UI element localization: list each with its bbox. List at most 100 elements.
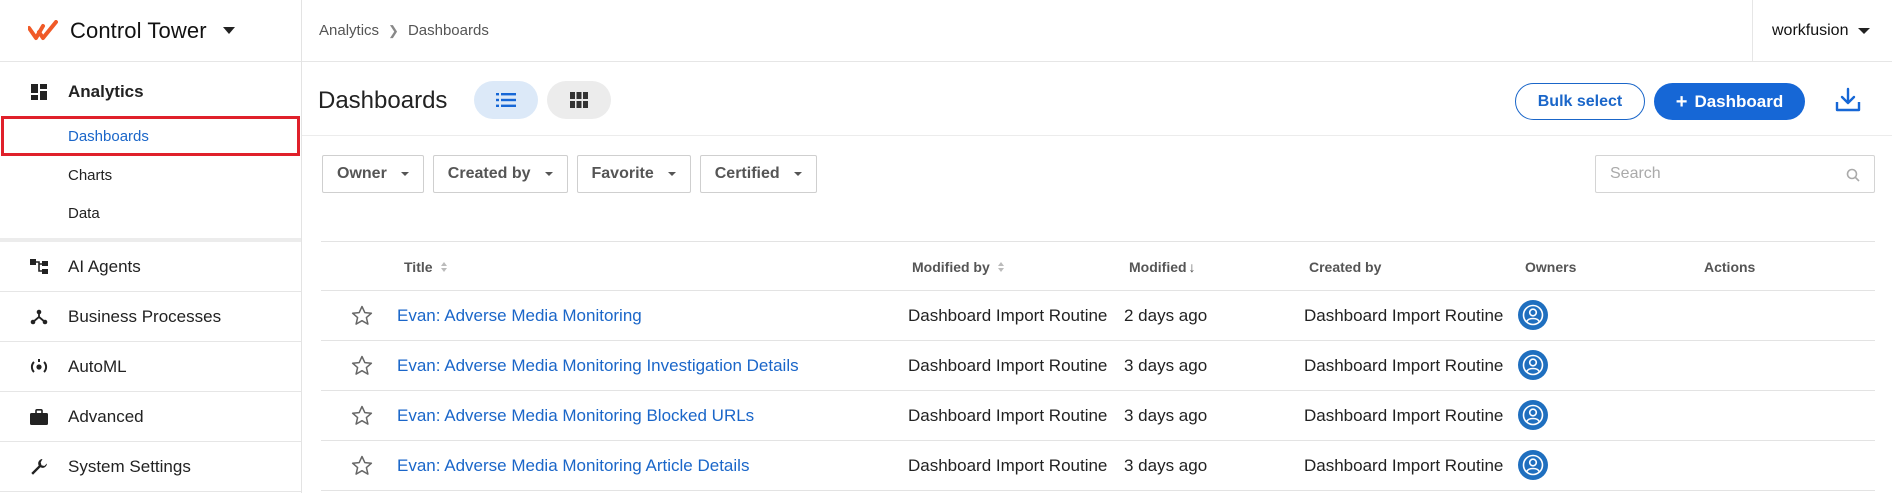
dashboard-title-link[interactable]: Evan: Adverse Media Monitoring Article D… [397,456,749,476]
star-icon[interactable] [351,355,373,376]
column-owners: Owners [1525,259,1577,275]
sidebar-item-ai-agents[interactable]: AI Agents [0,242,301,292]
table-row[interactable]: Evan: Adverse Media Monitoring Investiga… [321,341,1875,391]
column-label: Title [404,259,433,275]
sidebar-item-analytics[interactable]: Analytics [0,68,301,116]
dashboard-title-link[interactable]: Evan: Adverse Media Monitoring [397,306,642,326]
sidebar: Control Tower Analytics Dashboards Chart… [0,0,302,493]
table-header: Title Modified by Modified ↓ Created by O… [321,241,1875,291]
created-by-cell: Dashboard Import Routine [1304,456,1504,475]
plus-icon: + [1675,90,1688,113]
modified-by-cell: Dashboard Import Routine [908,306,1108,325]
sidebar-subitem-data[interactable]: Data [0,194,301,232]
dashboard-title-link[interactable]: Evan: Adverse Media Monitoring Blocked U… [397,406,754,426]
filter-label: Favorite [591,165,654,182]
download-button[interactable] [1830,82,1866,118]
user-avatar-icon[interactable] [1518,400,1548,430]
created-by-cell: Dashboard Import Routine [1304,306,1504,325]
sort-icon [440,262,447,272]
brand-name: Control Tower [70,17,207,43]
chevron-down-icon [1858,27,1871,34]
table-row[interactable]: Evan: Adverse Media Monitoring Dashboard… [321,291,1875,341]
breadcrumb-dashboards: Dashboards [407,22,489,39]
search-icon [1846,168,1860,182]
automl-icon [30,358,48,376]
caret-down-icon [400,172,409,176]
sidebar-item-label: AutoML [68,356,127,376]
star-icon[interactable] [351,455,373,476]
chevron-down-icon [222,27,235,34]
modified-cell: 3 days ago [1124,356,1208,375]
account-name: workfusion [1772,21,1849,39]
grid-view-icon [570,92,588,108]
sidebar-item-automl[interactable]: AutoML [0,342,301,392]
add-dashboard-button[interactable]: + Dashboard [1654,83,1805,120]
filter-favorite[interactable]: Favorite [576,155,691,193]
sidebar-item-label: Advanced [68,406,144,426]
page-header: Dashboards Bulk select + Dashboard [302,63,1892,136]
account-menu[interactable]: workfusion [1752,0,1892,61]
search-field[interactable] [1595,155,1875,193]
table-row[interactable]: Evan: Adverse Media Monitoring Blocked U… [321,391,1875,441]
column-modified-by[interactable]: Modified by [912,259,1004,275]
filter-owner[interactable]: Owner [322,155,424,193]
filter-created-by[interactable]: Created by [432,155,568,193]
filter-certified[interactable]: Certified [699,155,817,193]
sidebar-item-label: AI Agents [68,256,141,276]
sidebar-item-advanced[interactable]: Advanced [0,392,301,442]
star-icon[interactable] [351,305,373,326]
sidebar-item-system-settings[interactable]: System Settings [0,442,301,492]
user-avatar-icon[interactable] [1518,450,1548,480]
column-modified[interactable]: Modified ↓ [1129,259,1196,275]
filter-bar: Owner Created by Favorite Certified [322,155,817,193]
dashboard-title-link[interactable]: Evan: Adverse Media Monitoring Investiga… [397,356,799,376]
list-view-button[interactable] [474,81,538,119]
grid-view-button[interactable] [547,81,611,119]
briefcase-icon [30,408,48,426]
caret-down-icon [667,172,676,176]
arrow-down-icon: ↓ [1188,259,1196,275]
sidebar-item-label: Business Processes [68,306,222,326]
user-avatar-icon[interactable] [1518,300,1548,330]
breadcrumb: Analytics ❯ Dashboards [302,22,489,39]
sort-icon [997,262,1004,272]
caret-down-icon [544,172,553,176]
workfusion-logo-icon [28,19,58,40]
table-row[interactable]: Evan: Adverse Media Monitoring Article D… [321,441,1875,491]
filter-label: Created by [447,165,531,182]
modified-cell: 3 days ago [1124,456,1208,475]
brand-switcher[interactable]: Control Tower [0,0,301,62]
ai-agents-icon [30,258,48,276]
chevron-right-icon: ❯ [388,22,399,38]
page-title: Dashboards [318,87,448,114]
search-input[interactable] [1610,165,1830,183]
analytics-submenu: Dashboards Charts Data [0,116,301,242]
sidebar-subitem-charts[interactable]: Charts [0,156,301,194]
top-bar: Analytics ❯ Dashboards workfusion [302,0,1892,62]
add-dashboard-label: Dashboard [1694,91,1784,111]
download-icon [1835,87,1861,112]
dashboard-grid-icon [30,83,48,101]
modified-by-cell: Dashboard Import Routine [908,356,1108,375]
modified-cell: 2 days ago [1124,306,1208,325]
sidebar-item-label: Analytics [68,82,144,101]
business-process-icon [30,308,48,326]
created-by-cell: Dashboard Import Routine [1304,406,1504,425]
star-icon[interactable] [351,405,373,426]
sidebar-subitem-dashboards[interactable]: Dashboards [1,116,300,156]
modified-by-cell: Dashboard Import Routine [908,456,1108,475]
filter-label: Certified [714,165,780,182]
dashboards-table: Title Modified by Modified ↓ Created by O… [321,241,1875,491]
bulk-select-button[interactable]: Bulk select [1515,83,1645,120]
column-label: Modified by [912,259,990,275]
list-view-icon [496,93,516,107]
created-by-cell: Dashboard Import Routine [1304,356,1504,375]
filter-label: Owner [337,165,387,182]
user-avatar-icon[interactable] [1518,350,1548,380]
modified-by-cell: Dashboard Import Routine [908,406,1108,425]
sidebar-item-business-processes[interactable]: Business Processes [0,292,301,342]
column-label: Modified [1129,259,1187,275]
column-created-by: Created by [1309,259,1382,275]
breadcrumb-analytics[interactable]: Analytics [319,22,379,39]
column-title[interactable]: Title [404,259,447,275]
